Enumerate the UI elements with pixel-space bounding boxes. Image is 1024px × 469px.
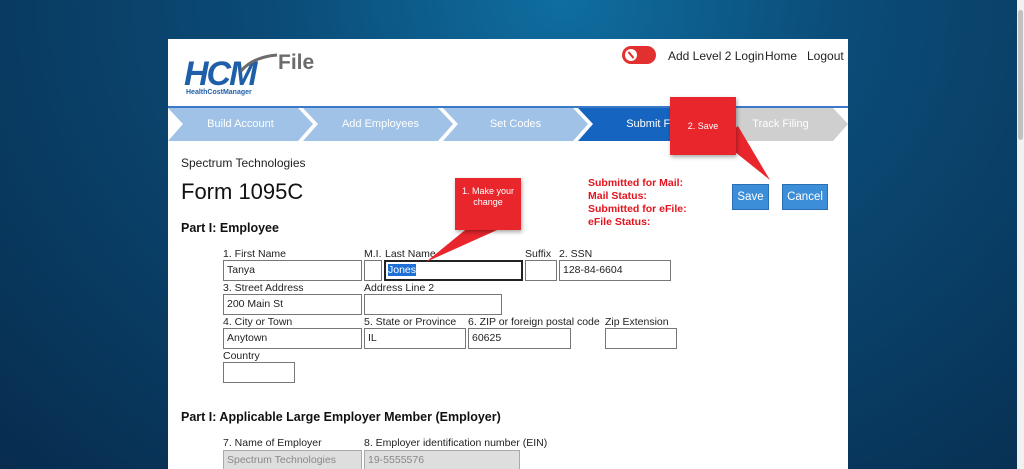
city-field[interactable]: Anytown [223,328,362,349]
street-label: 3. Street Address [223,282,304,294]
address-line2-field[interactable] [364,294,502,315]
last-name-label: Last Name [385,248,436,260]
page-scrollbar[interactable] [1017,0,1024,469]
ssn-label: 2. SSN [559,248,593,260]
status-mail: Mail Status: [588,190,647,202]
address2-label: Address Line 2 [364,282,435,294]
suffix-field[interactable] [525,260,557,281]
section-employer-title: Part I: Applicable Large Employer Member… [181,410,501,424]
company-name: Spectrum Technologies [181,156,306,170]
logout-link[interactable]: Logout [807,49,844,63]
employer-name-label: 7. Name of Employer [223,437,322,449]
zip-extension-label: Zip Extension [605,316,669,328]
scrollbar-thumb[interactable] [1018,10,1023,140]
ein-label: 8. Employer identification number (EIN) [364,437,548,449]
employer-name-field: Spectrum Technologies [223,450,362,469]
step-set-codes[interactable]: Set Codes [473,118,558,130]
logo-swoosh-icon [239,53,278,73]
make-change-callout: 1. Make your change [455,178,521,230]
country-field[interactable] [223,362,295,383]
zip-label: 6. ZIP or foreign postal code [468,316,600,328]
step-add-employees[interactable]: Add Employees [333,118,428,130]
hcm-file-logo[interactable]: HCM File HealthCostManager [184,49,324,99]
last-name-field[interactable]: Jones [384,260,523,281]
zip-field[interactable]: 60625 [468,328,571,349]
logo-subtitle: HealthCostManager [186,89,252,96]
first-name-field[interactable]: Tanya [223,260,362,281]
mi-field[interactable] [364,260,382,281]
save-button[interactable]: Save [732,184,769,210]
street-address-field[interactable]: 200 Main St [223,294,362,315]
power-toggle[interactable] [622,46,656,64]
page-title: Form 1095C [181,179,304,204]
state-field[interactable]: IL [364,328,466,349]
mi-label: M.I. [364,248,382,260]
form-page: HCM File HealthCostManager Add Level 2 L… [168,39,848,469]
status-submitted-efile: Submitted for eFile: [588,203,687,215]
step-build-account[interactable]: Build Account [198,118,283,130]
suffix-label: Suffix [525,248,552,260]
status-submitted-mail: Submitted for Mail: [588,177,684,189]
ssn-field[interactable]: 128-84-6604 [559,260,671,281]
power-icon [625,49,637,61]
section-employee-title: Part I: Employee [181,221,279,235]
zip-extension-field[interactable] [605,328,677,349]
last-name-value: Jones [388,264,417,276]
first-name-label: 1. First Name [223,248,287,260]
filing-status: Submitted for Mail: Mail Status: Submitt… [588,177,687,229]
logo-file-text: File [278,51,315,74]
wizard-steps: Build Account Add Employees Set Codes Su… [168,106,848,141]
cancel-button[interactable]: Cancel [782,184,828,210]
city-label: 4. City or Town [223,316,293,328]
step-track-filing[interactable]: Track Filing [738,118,823,130]
state-label: 5. State or Province [364,316,457,328]
add-level2-login-link[interactable]: Add Level 2 Login [668,49,764,63]
ein-field: 19-5555576 [364,450,520,469]
save-callout: 2. Save [670,97,736,155]
home-link[interactable]: Home [765,49,797,63]
country-label: Country [223,350,260,362]
status-efile: eFile Status: [588,216,651,228]
